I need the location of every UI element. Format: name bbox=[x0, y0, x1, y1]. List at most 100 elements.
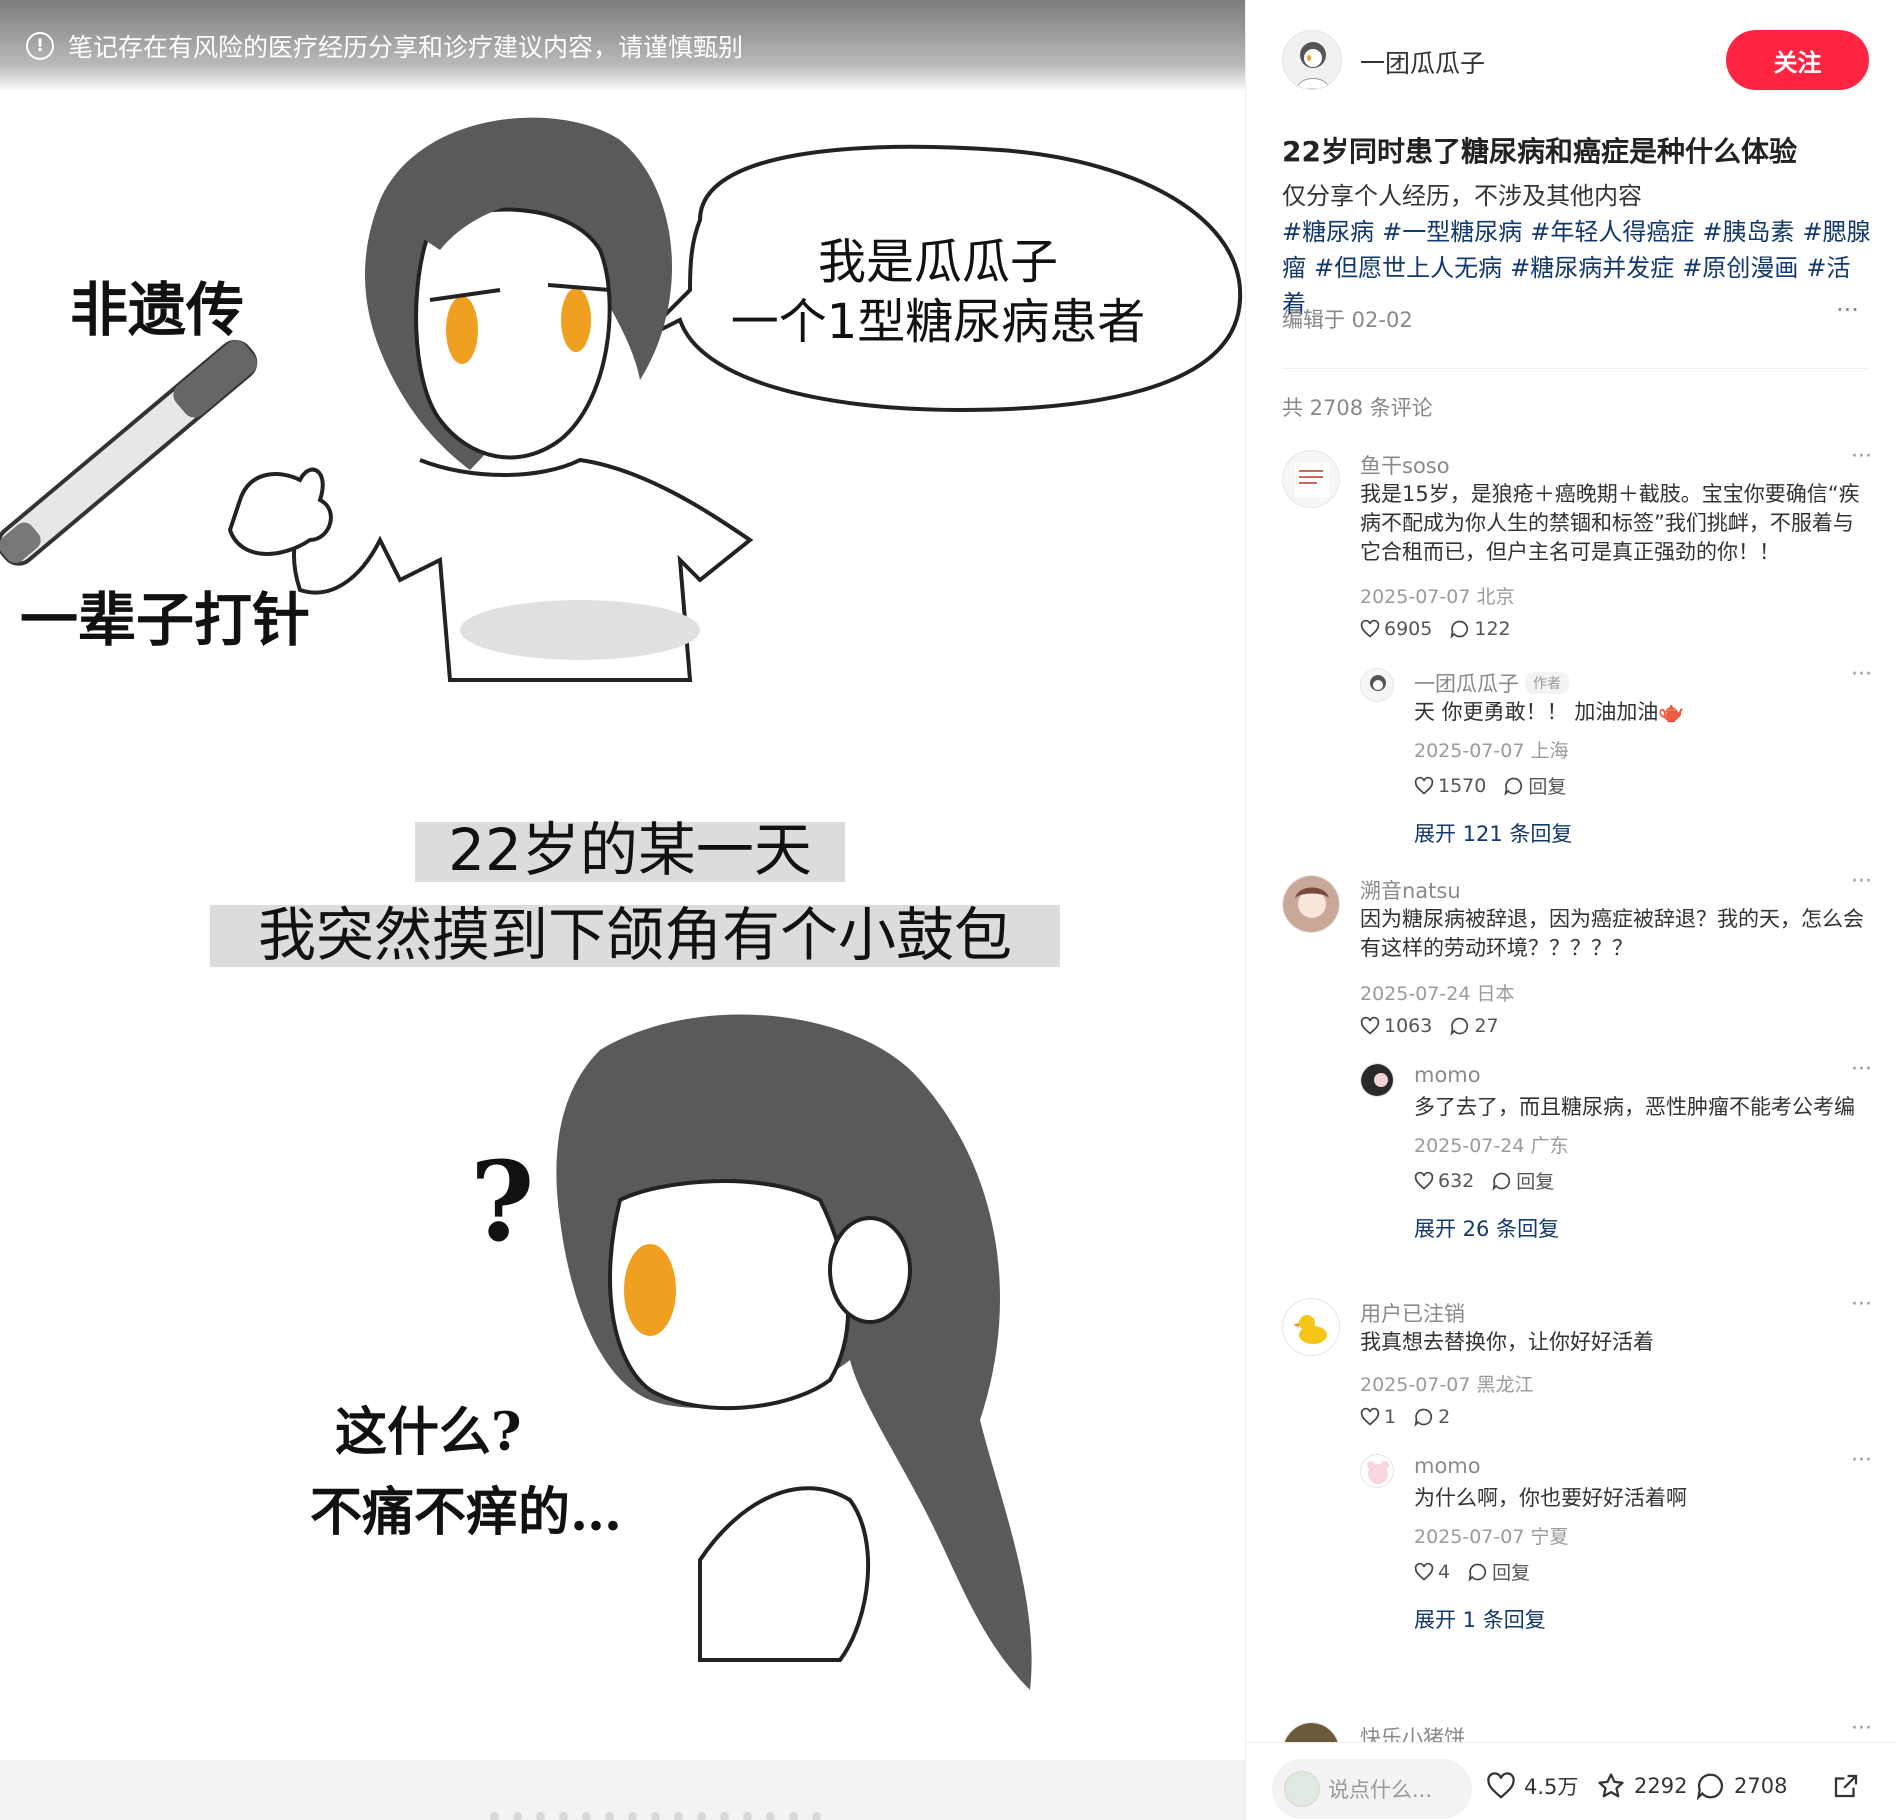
comment-icon bbox=[1504, 777, 1523, 796]
reply-date-location: 2025-07-07 上海 bbox=[1414, 740, 1569, 762]
note-scroll-area[interactable]: 22岁同时患了糖尿病和癌症是种什么体验 仅分享个人经历，不涉及其他内容 #糖尿病… bbox=[1246, 120, 1896, 1742]
reply-author-name[interactable]: momo bbox=[1414, 1454, 1481, 1478]
comment-item: 鱼干soso ··· 我是15岁，是狼疮＋癌晚期＋截肢。宝宝你要确信“疾病不配成… bbox=[1282, 444, 1872, 846]
like-button[interactable]: 6905 bbox=[1360, 618, 1432, 640]
reply-more-button[interactable]: ··· bbox=[1851, 662, 1872, 687]
heart-icon bbox=[1360, 1407, 1380, 1426]
tag-link[interactable]: #原创漫画 bbox=[1682, 254, 1798, 282]
engagement-bar: 说点什么... 4.5万 2292 2708 bbox=[1246, 1742, 1896, 1820]
commenter-avatar[interactable] bbox=[1282, 1298, 1340, 1356]
tag-link[interactable]: #糖尿病 bbox=[1282, 218, 1374, 246]
note-description: 仅分享个人经历，不涉及其他内容 bbox=[1282, 182, 1642, 210]
tag-link[interactable]: #年轻人得癌症 bbox=[1530, 218, 1694, 246]
comment-text: 我真想去替换你，让你好好活着 bbox=[1360, 1330, 1654, 1354]
author-name[interactable]: 一团瓜瓜子 bbox=[1360, 44, 1485, 80]
caption-line-2: 我突然摸到下颌角有个小鼓包 bbox=[258, 901, 1012, 969]
reply-count: 27 bbox=[1474, 1015, 1499, 1037]
comment-icon bbox=[1450, 1017, 1469, 1036]
comment-icon bbox=[1696, 1773, 1723, 1801]
comment-icon bbox=[1414, 1408, 1433, 1427]
comment-text: 我是15岁，是狼疮＋癌晚期＋截肢。宝宝你要确信“疾病不配成为你人生的禁锢和标签”… bbox=[1360, 482, 1860, 564]
comment-date-location: 2025-07-07 北京 bbox=[1360, 586, 1515, 608]
reply-button[interactable]: 回复 bbox=[1468, 1558, 1530, 1585]
like-note-button[interactable]: 4.5万 bbox=[1486, 1771, 1578, 1801]
commenter-avatar[interactable] bbox=[1282, 450, 1340, 508]
author-avatar[interactable] bbox=[1282, 30, 1342, 90]
expand-replies-link[interactable]: 展开 1 条回复 bbox=[1414, 1604, 1546, 1634]
like-count: 6905 bbox=[1384, 618, 1433, 640]
thought-line-1: 这什么? bbox=[335, 1402, 521, 1463]
like-count: 632 bbox=[1438, 1169, 1475, 1192]
side-text-injections: 一辈子打针 bbox=[20, 586, 310, 654]
note-like-count: 4.5万 bbox=[1524, 1775, 1579, 1799]
reply-button[interactable]: 27 bbox=[1450, 1015, 1499, 1037]
caption-line-1: 22岁的某一天 bbox=[448, 816, 812, 884]
expand-replies-link[interactable]: 展开 121 条回复 bbox=[1414, 818, 1572, 848]
like-button[interactable]: 1570 bbox=[1414, 772, 1486, 799]
note-comment-count: 2708 bbox=[1734, 1774, 1788, 1798]
heart-icon bbox=[1414, 1171, 1434, 1190]
comment-more-button[interactable]: ··· bbox=[1851, 1292, 1872, 1317]
comment-icon bbox=[1492, 1172, 1511, 1191]
comment-note-button[interactable]: 2708 bbox=[1696, 1771, 1787, 1801]
reply-button[interactable]: 2 bbox=[1414, 1406, 1450, 1428]
like-button[interactable]: 632 bbox=[1414, 1167, 1474, 1194]
reply-text: 多了去了，而且糖尿病，恶性肿瘤不能考公考编 bbox=[1414, 1095, 1855, 1119]
comment-actions: 6905 122 bbox=[1360, 618, 1511, 640]
heart-icon bbox=[1414, 776, 1434, 795]
comment-icon bbox=[1450, 620, 1469, 639]
eye-left bbox=[446, 296, 478, 364]
comment-input[interactable]: 说点什么... bbox=[1272, 1759, 1472, 1819]
share-button[interactable] bbox=[1831, 1771, 1861, 1801]
note-image-viewer[interactable]: 我是瓜瓜子 一个1型糖尿病患者 非遗传 一辈子打针 22岁的某一天 我突然摸到下… bbox=[0, 0, 1245, 1820]
like-button[interactable]: 1 bbox=[1360, 1406, 1396, 1428]
note-edit-date: 编辑于 02-02 bbox=[1282, 308, 1413, 332]
expand-replies-link[interactable]: 展开 26 条回复 bbox=[1414, 1213, 1559, 1243]
author-bar: 一团瓜瓜子 关注 bbox=[1246, 0, 1896, 120]
like-button[interactable]: 1063 bbox=[1360, 1015, 1432, 1037]
heart-icon bbox=[1414, 1562, 1434, 1581]
reply-button[interactable]: 回复 bbox=[1492, 1167, 1554, 1194]
side-text-hereditary: 非遗传 bbox=[70, 276, 244, 344]
note-more-button[interactable]: ··· bbox=[1836, 296, 1859, 324]
commenter-name[interactable]: 用户已注销 bbox=[1360, 1298, 1465, 1328]
collect-note-button[interactable]: 2292 bbox=[1596, 1771, 1687, 1801]
comment-item: 用户已注销 ··· 我真想去替换你，让你好好活着 2025-07-07 黑龙江 … bbox=[1282, 1292, 1872, 1632]
tag-link[interactable]: #胰岛素 bbox=[1702, 218, 1794, 246]
reply-avatar[interactable] bbox=[1360, 1454, 1394, 1488]
eye-girl-2 bbox=[624, 1244, 676, 1336]
tag-link[interactable]: #糖尿病并发症 bbox=[1510, 254, 1674, 282]
comment-actions: 1 2 bbox=[1360, 1406, 1450, 1428]
commenter-avatar[interactable] bbox=[1282, 875, 1340, 933]
follow-button[interactable]: 关注 bbox=[1726, 30, 1869, 90]
reply-button[interactable]: 122 bbox=[1450, 618, 1511, 640]
bubble-line-1: 我是瓜瓜子 bbox=[818, 234, 1058, 290]
heart-icon bbox=[1487, 1772, 1515, 1799]
reply-avatar[interactable] bbox=[1360, 668, 1394, 702]
reply-label: 回复 bbox=[1528, 776, 1567, 798]
tag-link[interactable]: #一型糖尿病 bbox=[1382, 218, 1522, 246]
image-pagination-dots[interactable] bbox=[490, 1812, 821, 1820]
warning-icon: ! bbox=[26, 32, 54, 60]
tag-link[interactable]: #但愿世上人无病 bbox=[1314, 254, 1502, 282]
reply-button[interactable]: 回复 bbox=[1504, 772, 1566, 799]
comment-icon bbox=[1468, 1563, 1487, 1582]
reply-more-button[interactable]: ··· bbox=[1851, 1448, 1872, 1473]
commenter-name[interactable]: 快乐小猪饼 bbox=[1360, 1722, 1465, 1742]
reply-author-name[interactable]: momo bbox=[1414, 1063, 1481, 1087]
reply-author-name[interactable]: 一团瓜瓜子 bbox=[1414, 672, 1519, 696]
reply-more-button[interactable]: ··· bbox=[1851, 1057, 1872, 1082]
commenter-name[interactable]: 溯音natsu bbox=[1360, 875, 1461, 905]
risk-warning-banner: ! 笔记存在有风险的医疗经历分享和诊疗建议内容，请谨慎甄别 bbox=[0, 0, 1245, 92]
user-avatar bbox=[1284, 1771, 1320, 1807]
comment-more-button[interactable]: ··· bbox=[1851, 1716, 1872, 1741]
like-button[interactable]: 4 bbox=[1414, 1558, 1450, 1585]
comment-more-button[interactable]: ··· bbox=[1851, 869, 1872, 894]
divider bbox=[1282, 368, 1867, 369]
commenter-avatar[interactable] bbox=[1282, 1722, 1340, 1742]
reply-avatar[interactable] bbox=[1360, 1063, 1394, 1097]
insulin-pen-illustration bbox=[0, 339, 258, 566]
commenter-name[interactable]: 鱼干soso bbox=[1360, 450, 1450, 480]
note-detail-panel: 一团瓜瓜子 关注 22岁同时患了糖尿病和癌症是种什么体验 仅分享个人经历，不涉及… bbox=[1245, 0, 1896, 1820]
comment-more-button[interactable]: ··· bbox=[1851, 444, 1872, 469]
